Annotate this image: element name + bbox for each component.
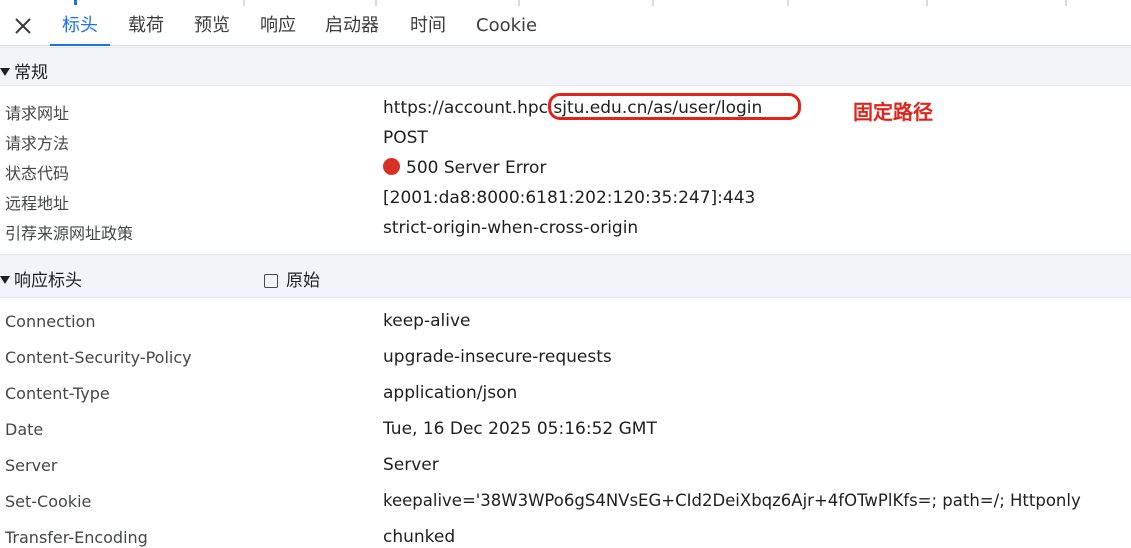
raw-toggle[interactable]: 原始 — [264, 266, 320, 291]
request-method-value[interactable]: POST — [383, 128, 428, 148]
response-header-name: Date — [5, 420, 44, 439]
tab-response[interactable]: 响应 — [260, 6, 296, 45]
response-header-value[interactable]: keep-alive — [383, 311, 470, 331]
general-section-header[interactable]: 常规 — [0, 47, 1131, 86]
tab-headers[interactable]: 标头 — [50, 6, 110, 46]
tab-timing[interactable]: 时间 — [410, 6, 446, 45]
response-header-value[interactable]: keepalive='38W3WPo6gS4NVsEG+CId2DeiXbqz6… — [383, 491, 1081, 510]
active-request-marker — [74, 0, 77, 5]
raw-label: 原始 — [286, 271, 320, 291]
general-title-text: 常规 — [14, 63, 48, 83]
remote-address-value[interactable]: [2001:da8:8000:6181:202:120:35:247]:443 — [383, 188, 755, 208]
tab-cookies[interactable]: Cookie — [476, 6, 537, 45]
status-code-row[interactable]: 500 Server Error — [383, 158, 546, 178]
response-header-name: Server — [5, 456, 58, 475]
response-header-name: Set-Cookie — [5, 492, 92, 511]
response-headers-title-text: 响应标头 — [14, 271, 82, 291]
response-header-value[interactable]: chunked — [383, 527, 455, 547]
general-section-title[interactable]: 常规 — [0, 58, 48, 83]
referrer-policy-value[interactable]: strict-origin-when-cross-origin — [383, 218, 638, 238]
annotation-label: 固定路径 — [853, 100, 933, 124]
details-tab-bar: 标头 载荷 预览 响应 启动器 时间 Cookie — [0, 6, 1131, 46]
status-code-value: 500 Server Error — [406, 158, 547, 178]
tab-payload[interactable]: 载荷 — [128, 6, 164, 45]
annotation-highlight-oval — [548, 93, 801, 120]
collapse-triangle-icon — [0, 68, 10, 76]
general-row-label: 引荐来源网址政策 — [5, 224, 134, 243]
response-header-name: Connection — [5, 312, 96, 331]
response-header-name: Content-Type — [5, 384, 110, 403]
general-row-label: 请求方法 — [5, 134, 70, 153]
tab-preview[interactable]: 预览 — [194, 6, 230, 45]
general-row-label: 远程地址 — [5, 194, 70, 213]
response-headers-section-title[interactable]: 响应标头 — [0, 266, 82, 291]
response-header-value[interactable]: Tue, 16 Dec 2025 05:16:52 GMT — [383, 419, 657, 439]
response-header-name: Transfer-Encoding — [5, 528, 148, 547]
close-icon[interactable] — [12, 16, 34, 36]
general-row-label: 请求网址 — [5, 104, 70, 123]
response-headers-section-header[interactable]: 响应标头 原始 — [0, 254, 1131, 298]
response-header-value[interactable]: upgrade-insecure-requests — [383, 347, 612, 367]
response-header-value[interactable]: application/json — [383, 383, 517, 403]
raw-checkbox[interactable] — [264, 274, 278, 288]
general-row-label: 状态代码 — [5, 164, 70, 183]
response-header-value[interactable]: Server — [383, 455, 439, 475]
tab-initiator[interactable]: 启动器 — [325, 6, 379, 45]
collapse-triangle-icon — [0, 276, 10, 284]
status-error-icon — [383, 158, 400, 175]
response-header-name: Content-Security-Policy — [5, 348, 192, 367]
